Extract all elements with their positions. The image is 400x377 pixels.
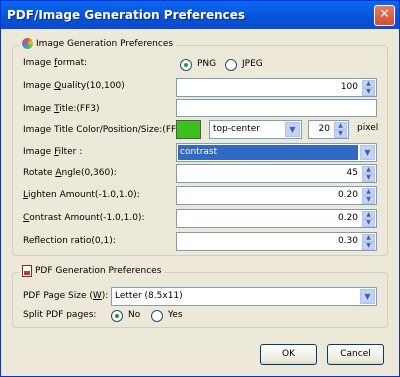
split-pdf-label: Split PDF pages: — [23, 310, 97, 320]
split-no-label[interactable]: No — [128, 310, 140, 320]
title-size-spin[interactable]: ▲ ▼ — [334, 122, 347, 138]
chevron-down-icon[interactable]: ▼ — [285, 122, 300, 137]
title-color-swatch[interactable] — [176, 120, 201, 139]
image-title-label: Image Title:(FF3) — [23, 104, 100, 114]
spin-up-icon[interactable]: ▲ — [362, 234, 375, 242]
title-style-label: Image Title Color/Position/Size:(FF3) — [23, 125, 186, 135]
lighten-amount-value: 0.20 — [337, 190, 358, 200]
format-png-label[interactable]: PNG — [197, 59, 216, 69]
chevron-down-icon[interactable]: ▼ — [360, 145, 375, 160]
title-size-spinner[interactable]: 20 ▲ ▼ — [308, 120, 349, 139]
spin-down-icon[interactable]: ▼ — [362, 88, 375, 96]
image-filter-selected: contrast — [178, 145, 358, 160]
rotate-angle-label: Rotate Angle(0,360): — [23, 168, 117, 178]
spin-up-icon[interactable]: ▲ — [362, 166, 375, 174]
contrast-amount-label: Contrast Amount(-1.0,1.0): — [23, 213, 145, 223]
image-group-legend: Image Generation Preferences — [19, 38, 177, 49]
spin-down-icon[interactable]: ▼ — [334, 130, 347, 138]
format-jpeg-label[interactable]: JPEG — [242, 59, 263, 69]
close-icon: ✕ — [379, 7, 390, 22]
pdf-file-icon — [22, 265, 32, 277]
format-jpeg-radio[interactable] — [225, 59, 237, 71]
lighten-amount-label: Lighten Amount(-1.0,1.0): — [23, 190, 140, 200]
spin-down-icon[interactable]: ▼ — [362, 219, 375, 227]
color-wheel-icon — [22, 38, 33, 49]
image-quality-label: Image Quality(10,100) — [23, 81, 125, 91]
contrast-amount-value: 0.20 — [337, 213, 358, 223]
split-yes-radio[interactable] — [151, 310, 163, 322]
image-filter-label: Image Filter : — [23, 147, 83, 157]
spin-down-icon[interactable]: ▼ — [362, 242, 375, 250]
title-size-value: 20 — [318, 124, 330, 134]
pdf-page-size-select[interactable]: Letter (8.5x11) ▼ — [111, 287, 377, 306]
ok-button[interactable]: OK — [260, 344, 317, 365]
spin-down-icon[interactable]: ▼ — [362, 196, 375, 204]
chevron-down-icon[interactable]: ▼ — [360, 289, 375, 304]
image-quality-value: 100 — [340, 82, 358, 92]
image-quality-spin[interactable]: ▲ ▼ — [362, 80, 375, 96]
title-bar[interactable]: PDF/Image Generation Preferences ✕ — [1, 1, 399, 29]
title-size-unit: pixel — [357, 123, 379, 133]
reflection-ratio-label: Reflection ratio(0,1): — [23, 236, 116, 246]
spin-up-icon[interactable]: ▲ — [362, 80, 375, 88]
spin-up-icon[interactable]: ▲ — [362, 188, 375, 196]
pdf-page-size-label: PDF Page Size (W): — [23, 291, 109, 301]
reflection-ratio-value: 0.30 — [337, 236, 358, 246]
format-png-radio[interactable] — [180, 59, 192, 71]
title-position-value: top-center — [213, 124, 260, 134]
pdf-page-size-value: Letter (8.5x11) — [115, 291, 183, 301]
split-yes-label[interactable]: Yes — [168, 310, 183, 320]
rotate-angle-spin[interactable]: ▲ ▼ — [362, 166, 375, 182]
contrast-amount-spinner[interactable]: 0.20 ▲ ▼ — [176, 209, 377, 228]
lighten-amount-spin[interactable]: ▲ ▼ — [362, 188, 375, 204]
spin-down-icon[interactable]: ▼ — [362, 174, 375, 182]
reflection-ratio-spin[interactable]: ▲ ▼ — [362, 234, 375, 250]
rotate-angle-value: 45 — [346, 168, 358, 178]
image-quality-spinner[interactable]: 100 ▲ ▼ — [176, 78, 377, 97]
split-no-radio[interactable] — [111, 310, 123, 322]
image-format-label: Image format: — [23, 58, 88, 68]
window-title: PDF/Image Generation Preferences — [7, 8, 246, 22]
reflection-ratio-spinner[interactable]: 0.30 ▲ ▼ — [176, 232, 377, 251]
title-position-select[interactable]: top-center ▼ — [209, 120, 302, 139]
contrast-amount-spin[interactable]: ▲ ▼ — [362, 211, 375, 227]
close-button[interactable]: ✕ — [374, 5, 395, 26]
rotate-angle-spinner[interactable]: 45 ▲ ▼ — [176, 164, 377, 183]
image-filter-select[interactable]: contrast ▼ — [176, 143, 377, 162]
spin-up-icon[interactable]: ▲ — [334, 122, 347, 130]
cancel-button[interactable]: Cancel — [327, 344, 384, 365]
image-title-input[interactable] — [176, 99, 377, 117]
pdf-group-legend: PDF Generation Preferences — [19, 265, 165, 277]
lighten-amount-spinner[interactable]: 0.20 ▲ ▼ — [176, 186, 377, 205]
spin-up-icon[interactable]: ▲ — [362, 211, 375, 219]
preferences-dialog: PDF/Image Generation Preferences ✕ Image… — [0, 0, 400, 377]
